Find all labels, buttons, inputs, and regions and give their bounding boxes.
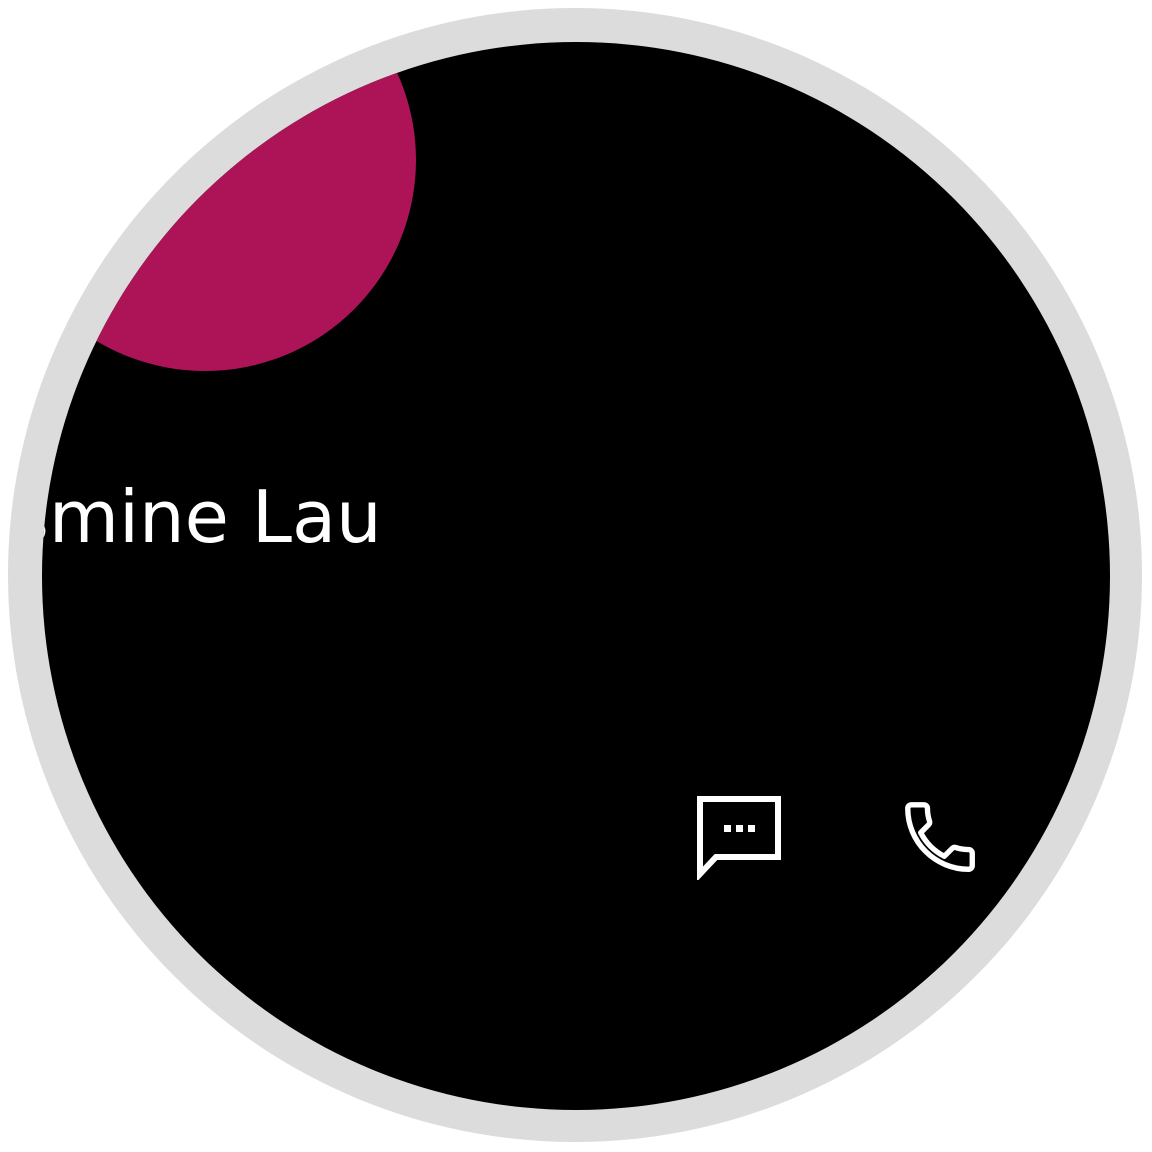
message-icon (695, 794, 781, 880)
message-button[interactable] (683, 782, 793, 892)
contact-name: Jasmine Lau (42, 475, 382, 559)
contact-avatar: L (42, 42, 416, 371)
phone-icon (897, 794, 983, 880)
avatar-initial: L (172, 42, 276, 171)
call-button[interactable] (885, 782, 995, 892)
watch-screen: L Jasmine Lau (42, 42, 1110, 1110)
